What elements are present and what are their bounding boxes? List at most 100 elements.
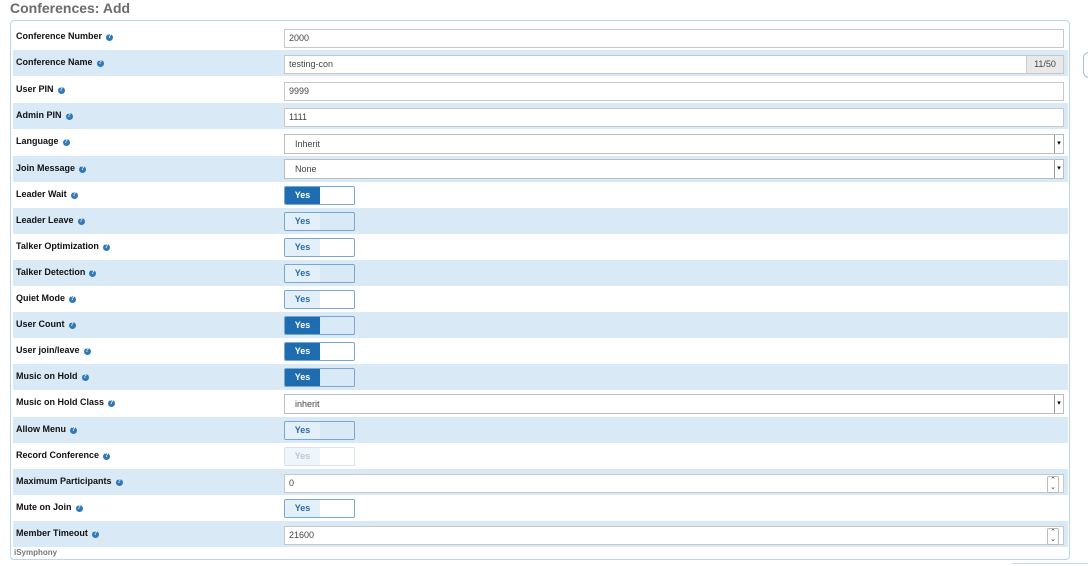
leader-wait-label: Leader Wait bbox=[16, 189, 67, 199]
conference-number-input[interactable]: 2000 bbox=[284, 29, 1064, 48]
talker-optimization-toggle[interactable]: YesNo bbox=[284, 238, 355, 257]
yes-option[interactable]: Yes bbox=[285, 422, 320, 439]
yes-option[interactable]: Yes bbox=[285, 500, 320, 517]
row-mute-on-join: Mute on Join? YesNo bbox=[13, 495, 1068, 521]
allow-menu-label: Allow Menu bbox=[16, 424, 66, 434]
help-icon[interactable]: ? bbox=[75, 505, 83, 512]
no-option[interactable]: No bbox=[285, 439, 320, 440]
row-user-count: User Count? YesNo bbox=[13, 312, 1068, 338]
help-icon[interactable]: ? bbox=[81, 374, 89, 381]
no-option[interactable]: No bbox=[285, 517, 320, 518]
row-allow-menu: Allow Menu? YesNo bbox=[13, 417, 1068, 443]
help-icon[interactable]: ? bbox=[83, 348, 91, 355]
no-option: No bbox=[285, 465, 320, 466]
row-music-on-hold-class: Music on Hold Class? inherit ▾ bbox=[13, 390, 1068, 416]
music-on-hold-toggle[interactable]: YesNo bbox=[284, 368, 355, 387]
join-message-select[interactable]: None ▾ bbox=[284, 159, 1064, 179]
help-icon[interactable]: ? bbox=[115, 479, 123, 486]
spin-up-icon[interactable]: ⌃ bbox=[1050, 477, 1056, 484]
no-option[interactable]: No bbox=[285, 282, 320, 283]
row-music-on-hold: Music on Hold? YesNo bbox=[13, 364, 1068, 390]
spin-down-icon[interactable]: ⌄ bbox=[1050, 536, 1056, 543]
help-icon[interactable]: ? bbox=[102, 244, 110, 251]
row-user-join-leave: User join/leave? YesNo bbox=[13, 338, 1068, 364]
no-option[interactable]: No bbox=[285, 308, 320, 309]
no-option[interactable]: No bbox=[285, 204, 320, 205]
language-select[interactable]: Inherit ▾ bbox=[284, 134, 1064, 154]
language-value: Inherit bbox=[295, 139, 321, 149]
yes-option[interactable]: Yes bbox=[285, 369, 320, 386]
mute-on-join-toggle[interactable]: YesNo bbox=[284, 499, 355, 518]
row-conference-name: Conference Name? testing-con 11/50 bbox=[13, 50, 1068, 76]
member-timeout-input[interactable]: 21600 ⌃ ⌄ bbox=[284, 526, 1064, 545]
help-icon[interactable]: ? bbox=[77, 218, 85, 225]
user-count-toggle[interactable]: YesNo bbox=[284, 316, 355, 335]
row-record-conference: Record Conference? YesNo bbox=[13, 443, 1068, 469]
row-quiet-mode: Quiet Mode? YesNo bbox=[13, 286, 1068, 312]
quiet-mode-toggle[interactable]: YesNo bbox=[284, 290, 355, 309]
help-icon[interactable]: ? bbox=[70, 427, 77, 434]
join-message-label: Join Message bbox=[16, 163, 76, 173]
mute-on-join-label: Mute on Join bbox=[16, 502, 72, 512]
music-on-hold-class-select[interactable]: inherit ▾ bbox=[284, 394, 1064, 414]
leader-leave-label: Leader Leave bbox=[16, 215, 74, 225]
help-icon[interactable]: ? bbox=[65, 113, 73, 120]
leader-leave-toggle[interactable]: YesNo bbox=[284, 212, 355, 231]
yes-option[interactable]: Yes bbox=[285, 239, 320, 256]
side-panel-tab[interactable] bbox=[1083, 52, 1088, 78]
maximum-participants-input[interactable]: 0 ⌃ ⌄ bbox=[284, 474, 1064, 493]
number-spinner-icon[interactable]: ⌃ ⌄ bbox=[1047, 476, 1059, 493]
row-talker-optimization: Talker Optimization? YesNo bbox=[13, 234, 1068, 260]
yes-option[interactable]: Yes bbox=[285, 343, 320, 360]
maximum-participants-label: Maximum Participants bbox=[16, 476, 112, 486]
yes-option[interactable]: Yes bbox=[285, 187, 320, 204]
record-conference-toggle: YesNo bbox=[284, 447, 355, 466]
spin-down-icon[interactable]: ⌄ bbox=[1050, 484, 1056, 491]
user-pin-input[interactable]: 9999 bbox=[284, 82, 1064, 101]
maximum-participants-value: 0 bbox=[289, 478, 295, 488]
language-label: Language bbox=[16, 136, 59, 146]
help-icon[interactable]: ? bbox=[68, 322, 76, 329]
number-spinner-icon[interactable]: ⌃ ⌄ bbox=[1047, 528, 1059, 545]
no-option[interactable]: No bbox=[285, 360, 320, 361]
help-icon[interactable]: ? bbox=[96, 60, 104, 67]
admin-pin-label: Admin PIN bbox=[16, 110, 62, 120]
help-icon[interactable]: ? bbox=[91, 531, 99, 538]
no-option[interactable]: No bbox=[285, 230, 320, 231]
row-conference-number: Conference Number? 2000 bbox=[13, 24, 1068, 50]
talker-detection-toggle[interactable]: YesNo bbox=[284, 264, 355, 283]
spin-up-icon[interactable]: ⌃ bbox=[1050, 529, 1056, 536]
join-message-value: None bbox=[295, 164, 317, 174]
conference-name-input[interactable]: testing-con 11/50 bbox=[284, 55, 1064, 74]
music-on-hold-label: Music on Hold bbox=[16, 371, 78, 381]
yes-option[interactable]: Yes bbox=[285, 317, 320, 334]
help-icon[interactable]: ? bbox=[79, 166, 87, 173]
user-pin-label: User PIN bbox=[16, 84, 54, 94]
row-maximum-participants: Maximum Participants? 0 ⌃ ⌄ bbox=[13, 469, 1068, 495]
help-icon[interactable]: ? bbox=[69, 296, 76, 303]
no-option[interactable]: No bbox=[285, 334, 320, 335]
row-language: Language? Inherit ▾ bbox=[13, 129, 1068, 155]
help-icon[interactable]: ? bbox=[70, 192, 78, 199]
allow-menu-toggle[interactable]: YesNo bbox=[284, 421, 355, 440]
help-icon[interactable]: ? bbox=[62, 139, 70, 146]
no-option[interactable]: No bbox=[285, 256, 320, 257]
no-option[interactable]: No bbox=[285, 386, 320, 387]
admin-pin-input[interactable]: 1111 bbox=[284, 108, 1064, 127]
yes-option[interactable]: Yes bbox=[285, 265, 320, 282]
help-icon[interactable]: ? bbox=[89, 270, 97, 277]
leader-wait-toggle[interactable]: YesNo bbox=[284, 186, 355, 205]
help-icon[interactable]: ? bbox=[106, 34, 114, 41]
yes-option[interactable]: Yes bbox=[285, 291, 320, 308]
chevron-down-icon: ▾ bbox=[1054, 160, 1063, 178]
yes-option: Yes bbox=[285, 448, 320, 465]
yes-option[interactable]: Yes bbox=[285, 213, 320, 230]
footer-label: iSymphony bbox=[14, 548, 58, 557]
row-leader-leave: Leader Leave? YesNo bbox=[13, 208, 1068, 234]
help-icon[interactable]: ? bbox=[108, 400, 116, 407]
user-join-leave-toggle[interactable]: YesNo bbox=[284, 342, 355, 361]
row-user-pin: User PIN? 9999 bbox=[13, 77, 1068, 103]
help-icon[interactable]: ? bbox=[57, 87, 65, 94]
page-title: Conferences: Add bbox=[10, 0, 131, 16]
help-icon[interactable]: ? bbox=[103, 453, 111, 460]
